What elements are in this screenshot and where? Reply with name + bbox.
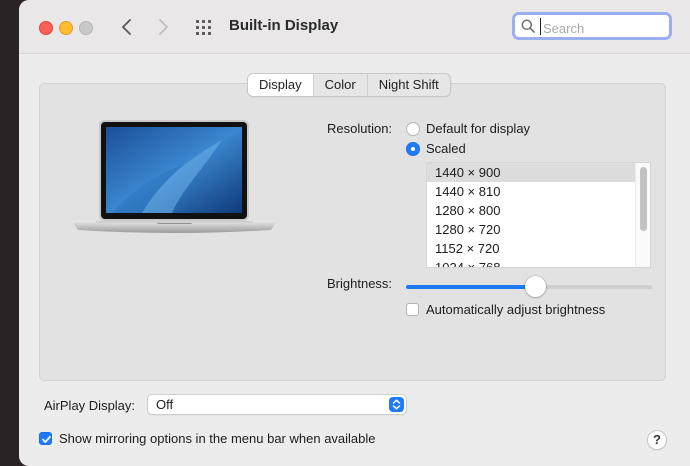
resolution-item[interactable]: 1440 × 900 xyxy=(427,163,635,182)
show-all-button[interactable] xyxy=(195,18,213,36)
resolution-list[interactable]: 1440 × 900 1440 × 810 1280 × 800 1280 × … xyxy=(426,162,651,268)
search-icon xyxy=(521,19,535,33)
search-input[interactable] xyxy=(541,17,671,39)
resolution-item[interactable]: 1024 × 768 xyxy=(427,258,635,267)
resolution-item[interactable]: 1280 × 720 xyxy=(427,220,635,239)
tab-display[interactable]: Display xyxy=(248,74,313,96)
help-button[interactable]: ? xyxy=(647,430,667,450)
airplay-display-select[interactable]: Off xyxy=(147,394,407,415)
airplay-display-label: AirPlay Display: xyxy=(44,398,136,413)
chevron-right-icon xyxy=(159,19,168,35)
close-icon[interactable] xyxy=(39,21,53,35)
checkmark-icon xyxy=(42,435,51,443)
system-preferences-window: Built-in Display Display Color Night Shi… xyxy=(19,0,690,466)
slider-thumb[interactable] xyxy=(525,276,547,297)
radio-default-label[interactable]: Default for display xyxy=(426,121,530,136)
resolution-scrollbar[interactable] xyxy=(635,163,650,267)
tab-bar: Display Color Night Shift xyxy=(247,73,451,97)
minimize-icon[interactable] xyxy=(59,21,73,35)
window-title: Built-in Display xyxy=(229,17,339,34)
grid-icon xyxy=(196,20,211,35)
toolbar: Built-in Display xyxy=(19,0,690,54)
chevron-left-icon xyxy=(122,19,131,35)
resolution-label: Resolution: xyxy=(327,121,393,136)
tab-color[interactable]: Color xyxy=(312,74,367,96)
radio-default-for-display[interactable] xyxy=(406,122,420,136)
scrollbar-thumb[interactable] xyxy=(640,167,647,231)
auto-brightness-label[interactable]: Automatically adjust brightness xyxy=(426,302,605,317)
show-mirroring-checkbox[interactable] xyxy=(39,432,52,445)
forward-button[interactable] xyxy=(151,14,175,40)
zoom-icon[interactable] xyxy=(79,21,93,35)
brightness-label: Brightness: xyxy=(327,276,393,291)
brightness-slider[interactable] xyxy=(406,276,652,298)
resolution-item[interactable]: 1152 × 720 xyxy=(427,239,635,258)
airplay-display-value: Off xyxy=(156,397,174,412)
resolution-item[interactable]: 1280 × 800 xyxy=(427,201,635,220)
back-button[interactable] xyxy=(115,14,139,40)
show-mirroring-label[interactable]: Show mirroring options in the menu bar w… xyxy=(59,431,376,446)
updown-arrows-icon xyxy=(389,397,404,412)
laptop-icon xyxy=(72,120,277,240)
tab-night-shift[interactable]: Night Shift xyxy=(366,74,450,96)
auto-brightness-checkbox[interactable] xyxy=(406,303,419,316)
radio-scaled[interactable] xyxy=(406,142,420,156)
slider-fill xyxy=(406,285,536,289)
radio-scaled-label[interactable]: Scaled xyxy=(426,141,466,156)
resolution-item[interactable]: 1440 × 810 xyxy=(427,182,635,201)
search-field[interactable] xyxy=(512,12,672,40)
